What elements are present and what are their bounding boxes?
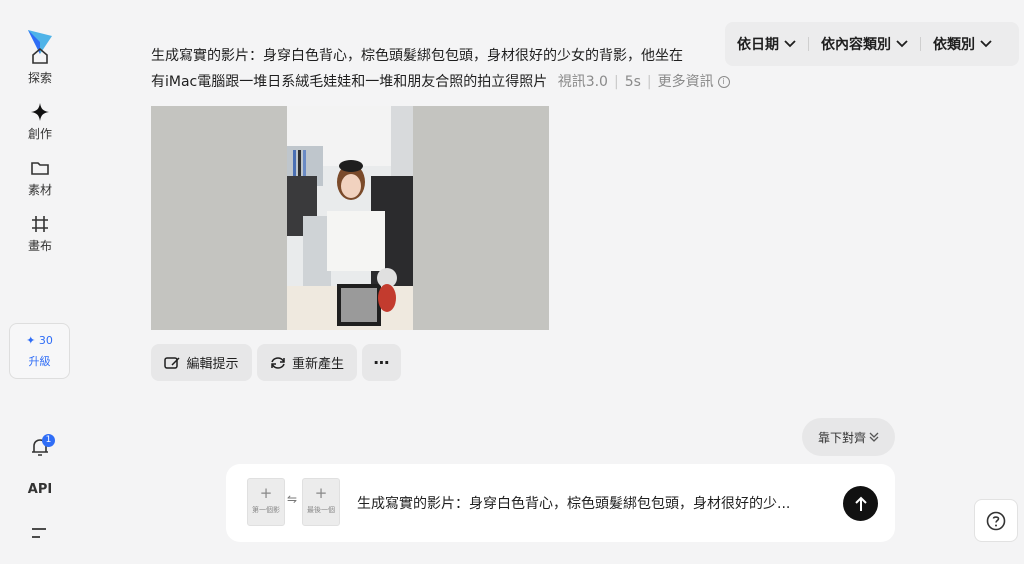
generated-video-thumbnail: [287, 106, 413, 330]
sidebar-item-label: 創作: [27, 127, 52, 141]
credits-count: ✦ 30: [26, 334, 53, 347]
filter-by-date[interactable]: 依日期: [725, 22, 808, 66]
info-icon[interactable]: i: [717, 76, 730, 88]
align-bottom-button[interactable]: 靠下對齊: [802, 418, 895, 456]
help-button[interactable]: [974, 499, 1018, 542]
video-preview[interactable]: [151, 106, 549, 330]
regenerate-label: 重新產生: [291, 357, 344, 372]
help-icon: [986, 511, 1006, 530]
plus-icon: +: [314, 484, 328, 502]
sidebar-item-label: 探索: [27, 71, 52, 85]
model-name: 視訊3.0: [557, 74, 608, 90]
plus-icon: +: [259, 484, 273, 502]
prompt-line-1: 生成寫實的影片：身穿白色背心，棕色頭髮綁包包頭，身材很好的少女的背影，他坐在: [151, 48, 683, 64]
notification-badge: 1: [42, 434, 55, 447]
filter-label: 依類別: [933, 37, 975, 53]
chevron-down-icon: [896, 40, 908, 48]
first-frame-slot[interactable]: + 第一個影: [247, 478, 285, 526]
filter-label: 依內容類別: [821, 37, 891, 53]
filter-bar: 依日期 依內容類別 依類別: [725, 22, 1019, 66]
home-icon: [32, 47, 48, 64]
menu-icon[interactable]: [30, 526, 48, 540]
sidebar-item-assets[interactable]: 素材: [0, 158, 80, 198]
sidebar-item-explore[interactable]: 探索: [0, 46, 80, 86]
more-options-icon: ⋯: [373, 353, 390, 372]
send-button[interactable]: [843, 486, 878, 521]
prompt-input[interactable]: 生成寫實的影片：身穿白色背心，棕色頭髮綁包包頭，身材很好的少...: [357, 493, 827, 513]
prompt-composer: + 第一個影 ⇋ + 最後一個 生成寫實的影片：身穿白色背心，棕色頭髮綁包包頭，…: [226, 464, 895, 542]
double-chevron-down-icon: [869, 432, 879, 442]
filter-by-content-type[interactable]: 依內容類別: [809, 22, 920, 66]
edit-prompt-label: 編輯提示: [186, 357, 239, 372]
prompt-line-2: 有iMac電腦跟一堆日系絨毛娃娃和一堆和朋友合照的拍立得照片: [151, 74, 548, 90]
duration: 5s: [624, 74, 641, 90]
filter-by-type[interactable]: 依類別: [921, 22, 1004, 66]
last-frame-label: 最後一個: [307, 506, 335, 514]
edit-prompt-button[interactable]: 編輯提示: [151, 344, 252, 381]
upgrade-label: 升級: [28, 355, 51, 368]
api-link[interactable]: API: [0, 482, 80, 497]
upgrade-button[interactable]: ✦ 30 升級: [9, 323, 70, 379]
more-options-button[interactable]: ⋯: [362, 344, 401, 381]
regenerate-button[interactable]: 重新產生: [257, 344, 357, 381]
sidebar-item-label: 素材: [27, 183, 52, 197]
canvas-icon: [32, 216, 48, 232]
meta-separator: |: [646, 74, 652, 90]
chevron-down-icon: [980, 40, 992, 48]
first-frame-label: 第一個影: [252, 506, 280, 514]
folder-icon: [31, 162, 49, 175]
sparkle-icon: [31, 103, 49, 121]
chevron-down-icon: [784, 40, 796, 48]
sidebar: 探索 創作 素材 畫布 ✦ 30 升級 1 API: [0, 0, 80, 564]
edit-icon: [164, 356, 181, 369]
last-frame-slot[interactable]: + 最後一個: [302, 478, 340, 526]
generation-prompt: 生成寫實的影片：身穿白色背心，棕色頭髮綁包包頭，身材很好的少女的背影，他坐在 有…: [151, 43, 791, 95]
filter-label: 依日期: [737, 37, 779, 53]
swap-icon[interactable]: ⇋: [287, 492, 297, 506]
align-bottom-label: 靠下對齊: [817, 430, 866, 445]
refresh-icon: [271, 356, 285, 369]
sidebar-item-canvas[interactable]: 畫布: [0, 214, 80, 254]
more-info-link[interactable]: 更多資訊: [658, 74, 714, 90]
sidebar-item-create[interactable]: 創作: [0, 102, 80, 142]
meta-separator: |: [613, 74, 619, 90]
sidebar-item-label: 畫布: [27, 239, 52, 253]
arrow-up-icon: [854, 496, 867, 511]
